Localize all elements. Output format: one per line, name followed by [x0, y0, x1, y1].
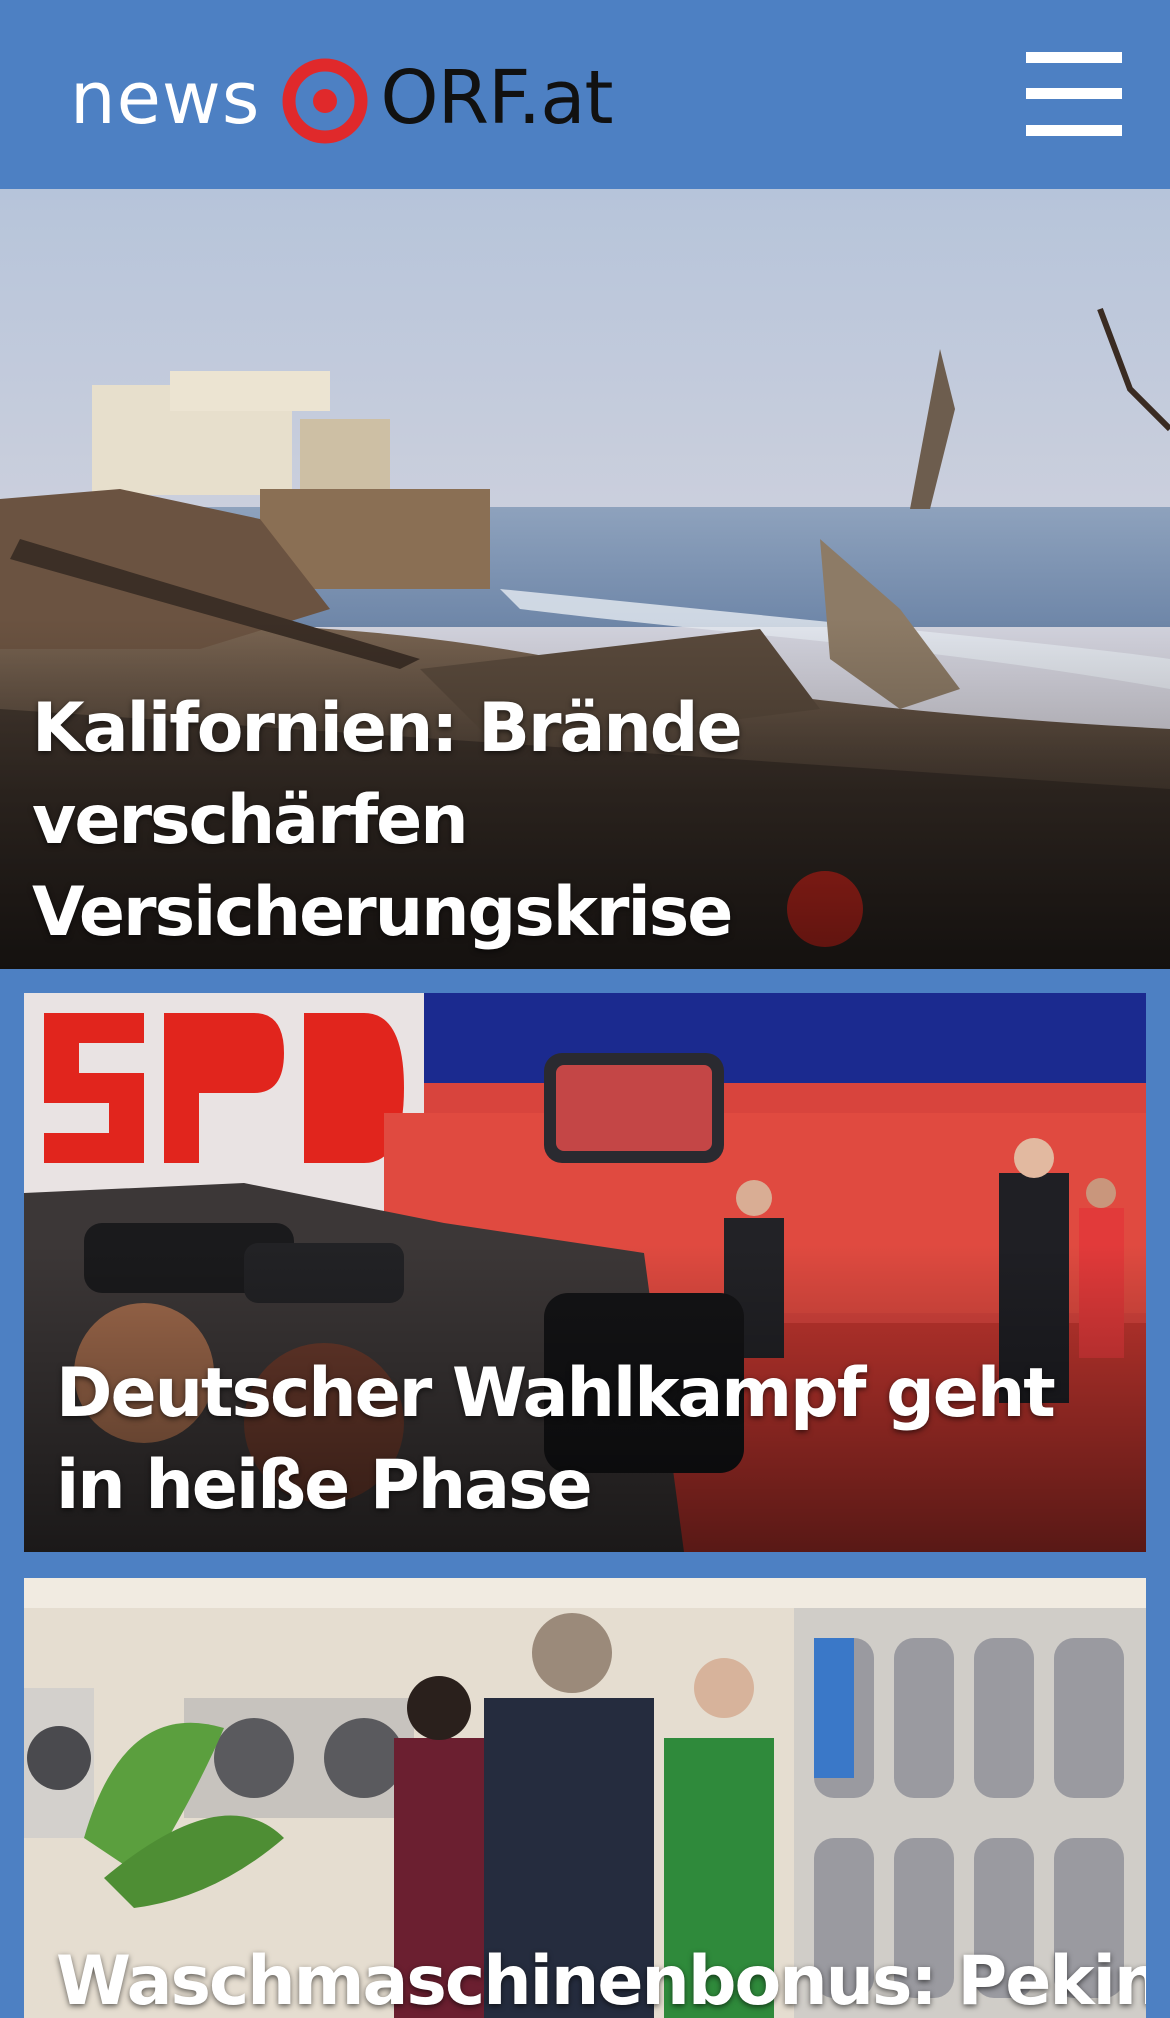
logo-news-text: news	[70, 56, 261, 140]
story-title: Kalifornien: Brände verschärfen Versiche…	[32, 689, 743, 952]
news-orf-logo[interactable]: news ORF.at	[70, 48, 614, 148]
story-card-german-election[interactable]: Deutscher Wahlkampf geht in heiße Phase	[24, 993, 1146, 1552]
story-title: Waschmaschinenbonus: Peking	[56, 1942, 1146, 2018]
story-card-washing-machine-bonus[interactable]: Waschmaschinenbonus: Peking	[24, 1578, 1146, 2018]
orf-target-logo-icon	[282, 58, 368, 144]
top-header: news ORF.at	[0, 0, 1170, 189]
logo-orf-text: ORF.at	[380, 55, 613, 141]
menu-bar-middle	[1026, 88, 1122, 99]
menu-bar-top	[1026, 52, 1122, 63]
story-card-california-fires[interactable]: Kalifornien: Brände verschärfen Versiche…	[0, 189, 1170, 969]
menu-bar-bottom	[1026, 125, 1122, 136]
hamburger-menu-icon[interactable]	[1026, 52, 1122, 136]
story-title: Deutscher Wahlkampf geht in heiße Phase	[56, 1354, 1056, 1525]
